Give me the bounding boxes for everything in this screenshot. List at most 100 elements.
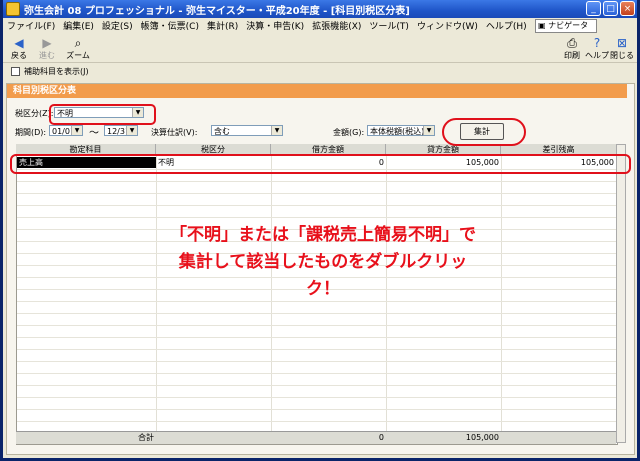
table-header: 勘定科目 税区分 借方金額 貸方金額 差引残高 (16, 144, 616, 156)
grid-line (17, 397, 616, 398)
grid-line (17, 325, 616, 326)
forward-label: 進む (39, 51, 55, 60)
print-button[interactable]: ⎙ 印刷 (561, 36, 583, 61)
amount-label: 金額(G): (333, 128, 365, 137)
help-icon: ? (593, 36, 601, 50)
menu-settings[interactable]: 設定(S) (98, 19, 137, 32)
cell-balance[interactable]: 105,000 (501, 157, 616, 168)
amount-select[interactable]: 本体税額(税込) ▼ (367, 125, 435, 136)
chevron-down-icon[interactable]: ▼ (126, 126, 137, 135)
vertical-scrollbar[interactable] (616, 144, 626, 443)
chevron-down-icon[interactable]: ▼ (132, 108, 143, 117)
annotation-line-1: 「不明」または「課税売上簡易不明」で (170, 225, 476, 245)
menu-extensions[interactable]: 拡張機能(X) (308, 19, 365, 32)
tax-category-label: 税区分(Z): (15, 109, 54, 118)
aggregate-button[interactable]: 集計 (460, 123, 504, 140)
tax-category-value: 不明 (57, 109, 73, 118)
grid-line (17, 313, 616, 314)
close-icon: ⊠ (616, 36, 628, 50)
print-label: 印刷 (564, 51, 580, 60)
toolbar: ◀ 戻る ▶ 進む ⌕ ズーム ⎙ 印刷 ? ヘルプ ⊠ 閉じる (3, 34, 637, 63)
grid-divider (501, 155, 502, 442)
printer-icon: ⎙ (567, 36, 577, 50)
grid-line (17, 205, 616, 206)
back-label: 戻る (11, 51, 27, 60)
annotation-line-2: 集計して該当したものをダブルクリック！ (178, 252, 468, 299)
forward-button[interactable]: ▶ 進む (35, 36, 59, 61)
grid-divider (156, 155, 157, 442)
grid-line (17, 349, 616, 350)
zoom-icon: ⌕ (74, 36, 82, 50)
forward-arrow-icon: ▶ (42, 36, 52, 50)
app-icon (6, 2, 20, 16)
menu-bar: ファイル(F) 編集(E) 設定(S) 帳簿・伝票(C) 集計(R) 決算・申告… (3, 18, 637, 33)
close-button[interactable]: ⊠ 閉じる (609, 36, 635, 61)
table-footer: 合計 0 105,000 (16, 431, 616, 444)
menu-settlement[interactable]: 決算・申告(K) (242, 19, 308, 32)
zoom-button[interactable]: ⌕ ズーム (65, 36, 91, 61)
window-controls: _ □ × (586, 1, 635, 16)
aux-toggle[interactable]: 補助科目を表示(J) (3, 64, 637, 79)
help-label: ヘルプ (585, 51, 609, 60)
menu-window[interactable]: ウィンドウ(W) (413, 19, 482, 32)
minimize-button[interactable]: _ (586, 1, 601, 16)
table-row[interactable]: 売上高 不明 0 105,000 105,000 (17, 157, 616, 168)
back-button[interactable]: ◀ 戻る (7, 36, 31, 61)
settlement-select[interactable]: 含む ▼ (211, 125, 283, 136)
menu-edit[interactable]: 編集(E) (59, 19, 98, 32)
grid-line (17, 409, 616, 410)
navigator-icon: ▣ (538, 21, 549, 30)
column-debit[interactable]: 借方金額 (271, 144, 386, 155)
aux-label: 補助科目を表示(J) (24, 67, 89, 76)
help-button[interactable]: ? ヘルプ (585, 36, 609, 61)
close-window-button[interactable]: × (620, 1, 635, 16)
grid-line (17, 169, 616, 170)
chevron-down-icon[interactable]: ▼ (271, 126, 282, 135)
zoom-label: ズーム (66, 51, 90, 60)
column-credit[interactable]: 貸方金額 (386, 144, 501, 155)
cell-tax[interactable]: 不明 (156, 157, 271, 168)
amount-value: 本体税額(税込) (370, 127, 425, 136)
menu-ledger[interactable]: 帳簿・伝票(C) (137, 19, 203, 32)
tax-category-select[interactable]: 不明 ▼ (54, 107, 144, 118)
annotation: 「不明」または「課税売上簡易不明」で 集計して該当したものをダブルクリック！ (163, 222, 483, 299)
period-to-input[interactable]: 12/31 ▼ (104, 125, 138, 136)
grid-line (17, 373, 616, 374)
grid-line (17, 421, 616, 422)
maximize-button[interactable]: □ (603, 1, 618, 16)
menu-aggregate[interactable]: 集計(R) (203, 19, 242, 32)
cell-account[interactable]: 売上高 (17, 157, 156, 168)
menu-tools[interactable]: ツール(T) (365, 19, 413, 32)
close-label: 閉じる (610, 51, 634, 60)
chevron-down-icon[interactable]: ▼ (423, 126, 434, 135)
grid-line (17, 385, 616, 386)
grid-line (17, 361, 616, 362)
settlement-label: 決算仕訳(V): (151, 128, 198, 137)
menu-help[interactable]: ヘルプ(H) (482, 19, 531, 32)
column-account[interactable]: 勘定科目 (16, 144, 156, 155)
chevron-down-icon[interactable]: ▼ (71, 126, 82, 135)
period-label: 期間(D): (15, 128, 47, 137)
cell-credit[interactable]: 105,000 (386, 157, 501, 168)
grid-line (17, 337, 616, 338)
menu-file[interactable]: ファイル(F) (3, 19, 59, 32)
grid-line (17, 181, 616, 182)
navigator-label: ナビゲータ (548, 21, 589, 30)
window-title: 弥生会計 08 プロフェッショナル - 弥生マイスター・平成20年度 - [科目… (24, 5, 410, 17)
title-bar: 弥生会計 08 プロフェッショナル - 弥生マイスター・平成20年度 - [科目… (3, 0, 637, 18)
footer-debit: 0 (378, 433, 384, 442)
app-window: 弥生会計 08 プロフェッショナル - 弥生マイスター・平成20年度 - [科目… (0, 0, 640, 461)
section-title: 科目別税区分表 (7, 84, 627, 98)
cell-debit[interactable]: 0 (271, 157, 386, 168)
period-from-input[interactable]: 01/01 ▼ (49, 125, 83, 136)
grid-line (17, 217, 616, 218)
footer-total-label: 合計 (138, 433, 154, 442)
aux-checkbox[interactable] (11, 67, 20, 76)
back-arrow-icon: ◀ (14, 36, 24, 50)
navigator-dropdown[interactable]: ▣ ナビゲータ (535, 19, 597, 33)
period-tilde: 〜 (89, 128, 99, 139)
settlement-value: 含む (214, 127, 230, 136)
grid-line (17, 193, 616, 194)
column-tax[interactable]: 税区分 (156, 144, 271, 155)
column-balance[interactable]: 差引残高 (501, 144, 616, 155)
